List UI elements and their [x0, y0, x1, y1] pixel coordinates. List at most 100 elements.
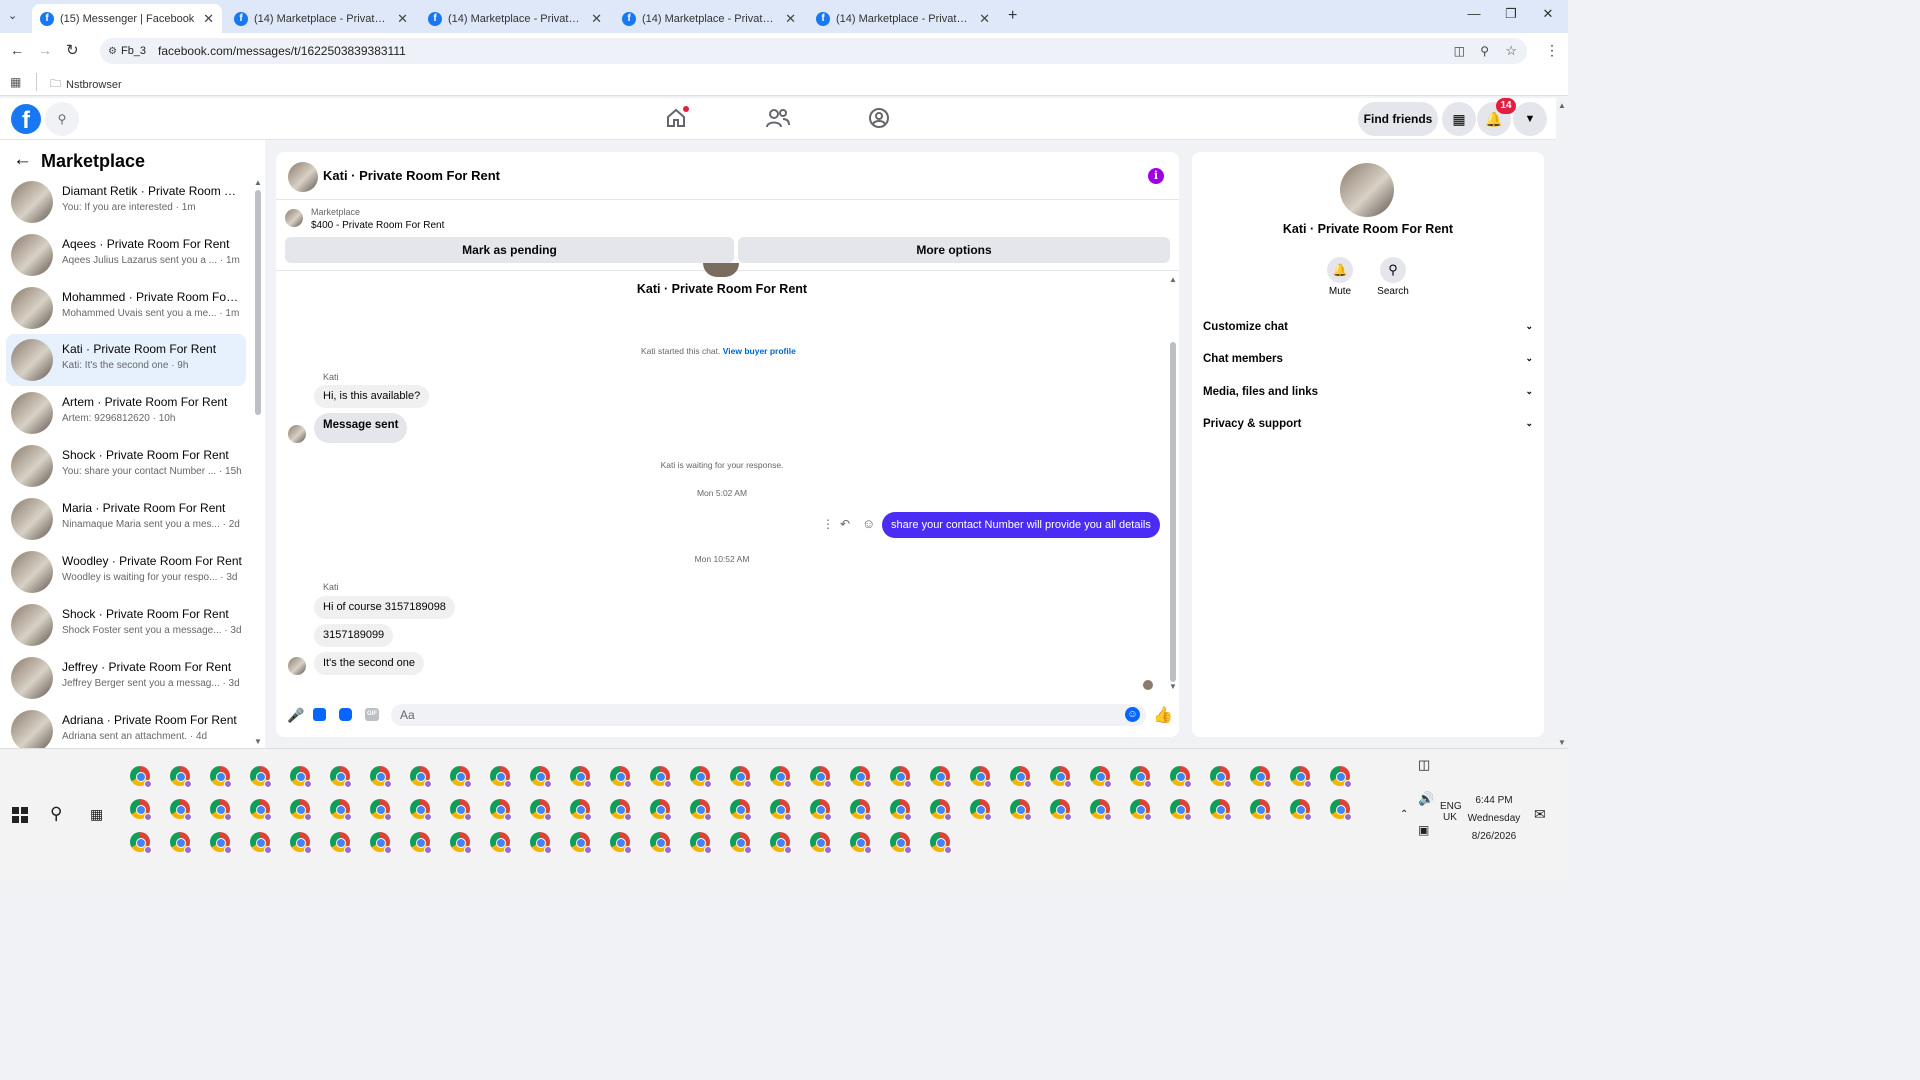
chat-header-avatar[interactable] — [288, 162, 318, 192]
taskbar-app-icon[interactable] — [930, 766, 952, 788]
taskbar-app-icon[interactable] — [1170, 766, 1192, 788]
taskbar-app-icon[interactable] — [210, 766, 232, 788]
taskbar-app-icon[interactable] — [370, 832, 392, 854]
taskbar-app-icon[interactable] — [610, 832, 632, 854]
taskbar-app-icon[interactable] — [610, 766, 632, 788]
taskbar-app-icon[interactable] — [810, 799, 832, 821]
tab-close-icon[interactable]: ✕ — [203, 11, 214, 27]
taskbar-app-icon[interactable] — [290, 799, 312, 821]
bookmark-folder[interactable]: 🗀 Nstbrowser — [50, 75, 122, 94]
taskbar-app-icon[interactable] — [690, 832, 712, 854]
taskbar-app-icon[interactable] — [1330, 766, 1352, 788]
taskbar-app-icon[interactable] — [130, 766, 152, 788]
taskbar-app-icon[interactable] — [370, 766, 392, 788]
taskbar-app-icon[interactable] — [1330, 799, 1352, 821]
taskbar-app-icon[interactable] — [730, 766, 752, 788]
meet-now-icon[interactable]: ◫ — [1418, 757, 1430, 773]
close-window-button[interactable]: ✕ — [1533, 6, 1563, 22]
sidebar-scrollbar[interactable] — [255, 190, 261, 415]
conversation-item[interactable]: Shock · Private Room For Rent Shock Fost… — [6, 599, 246, 651]
microphone-icon[interactable]: 🎤 — [287, 707, 304, 724]
taskbar-app-icon[interactable] — [530, 766, 552, 788]
taskbar-app-icon[interactable] — [650, 799, 672, 821]
taskbar-app-icon[interactable] — [890, 832, 912, 854]
chat-scrollbar[interactable] — [1170, 342, 1176, 682]
taskbar-app-icon[interactable] — [330, 832, 352, 854]
clock[interactable]: 6:44 PM Wednesday 8/26/2026 — [1464, 792, 1524, 846]
section-privacy-support[interactable]: Privacy & support ⌄ — [1203, 418, 1533, 430]
taskbar-app-icon[interactable] — [1210, 799, 1232, 821]
notification-center-icon[interactable]: ✉ — [1534, 806, 1546, 823]
scroll-up-arrow[interactable]: ▲ — [1169, 275, 1177, 284]
attach-photo-icon[interactable] — [313, 708, 326, 721]
message-input[interactable]: Aa ☺ — [391, 704, 1146, 726]
taskbar-app-icon[interactable] — [1290, 766, 1312, 788]
language-indicator[interactable]: ENG UK — [1440, 801, 1462, 823]
taskbar-app-icon[interactable] — [170, 766, 192, 788]
browser-tab[interactable]: f (14) Marketplace - Private Room ✕ — [420, 4, 610, 33]
taskbar-app-icon[interactable] — [810, 832, 832, 854]
conversation-item-selected[interactable]: Kati · Private Room For Rent Kati: It's … — [6, 334, 246, 386]
taskbar-app-icon[interactable] — [170, 832, 192, 854]
conversation-item[interactable]: Adriana · Private Room For Rent Adriana … — [6, 705, 246, 748]
taskbar-app-icon[interactable] — [410, 832, 432, 854]
taskbar-app-icon[interactable] — [530, 799, 552, 821]
menu-grid-icon[interactable]: ▦ — [1442, 102, 1476, 136]
browser-tab[interactable]: f (14) Marketplace - Private Room ✕ — [614, 4, 804, 33]
taskbar-app-icon[interactable] — [330, 766, 352, 788]
taskbar-app-icon[interactable] — [130, 799, 152, 821]
taskbar-app-icon[interactable] — [770, 766, 792, 788]
taskbar-app-icon[interactable] — [410, 799, 432, 821]
taskbar-app-icon[interactable] — [1050, 766, 1072, 788]
taskbar-app-icon[interactable] — [370, 799, 392, 821]
taskbar-app-icon[interactable] — [1250, 766, 1272, 788]
taskbar-app-icon[interactable] — [450, 832, 472, 854]
taskbar-app-icon[interactable] — [690, 766, 712, 788]
mark-as-pending-button[interactable]: Mark as pending — [285, 237, 734, 263]
taskbar-app-icon[interactable] — [250, 832, 272, 854]
thumbs-up-icon[interactable]: 👍 — [1153, 705, 1173, 725]
taskbar-app-icon[interactable] — [1170, 799, 1192, 821]
search-icon[interactable]: ⚲ — [45, 102, 79, 136]
contact-avatar[interactable] — [1340, 163, 1394, 217]
message-bubble[interactable]: 3157189099 — [314, 624, 394, 647]
minimize-button[interactable]: — — [1459, 6, 1489, 21]
taskbar-app-icon[interactable] — [490, 799, 512, 821]
taskbar-app-icon[interactable] — [330, 799, 352, 821]
scroll-up-arrow[interactable]: ▲ — [254, 178, 262, 187]
friends-icon[interactable] — [766, 107, 790, 129]
tab-close-icon[interactable]: ✕ — [397, 11, 408, 27]
profile-chip[interactable]: Fb_3 — [121, 45, 146, 57]
reload-button[interactable]: ↻ — [66, 41, 79, 59]
taskbar-app-icon[interactable] — [1090, 799, 1112, 821]
taskbar-app-icon[interactable] — [690, 799, 712, 821]
my-message-bubble[interactable]: share your contact Number will provide y… — [882, 512, 1160, 538]
info-icon[interactable]: i — [1148, 168, 1164, 184]
section-customize-chat[interactable]: Customize chat ⌄ — [1203, 321, 1533, 333]
emoji-icon[interactable]: ☺ — [1125, 707, 1140, 722]
page-scroll-down-arrow[interactable]: ▼ — [1558, 738, 1566, 747]
taskbar-app-icon[interactable] — [1010, 799, 1032, 821]
sender-avatar[interactable] — [288, 425, 306, 443]
section-media-files-links[interactable]: Media, files and links ⌄ — [1203, 386, 1533, 398]
volume-icon[interactable]: 🔊 — [1418, 791, 1434, 807]
taskbar-app-icon[interactable] — [210, 832, 232, 854]
browser-tab[interactable]: f (14) Marketplace - Private Room ✕ — [226, 4, 416, 33]
browser-menu-icon[interactable]: ⋮ — [1545, 42, 1559, 59]
more-actions-icon[interactable]: ⋮ — [822, 517, 834, 531]
find-friends-button[interactable]: Find friends — [1358, 102, 1438, 136]
conversation-item[interactable]: Mohammed · Private Room For Rent Mohamme… — [6, 282, 246, 334]
section-chat-members[interactable]: Chat members ⌄ — [1203, 353, 1533, 365]
site-settings-icon[interactable]: ⚙ — [108, 46, 117, 57]
taskbar-app-icon[interactable] — [930, 799, 952, 821]
taskbar-app-icon[interactable] — [770, 799, 792, 821]
scroll-down-arrow[interactable]: ▼ — [1169, 682, 1177, 691]
facebook-logo[interactable]: f — [11, 104, 41, 134]
taskbar-app-icon[interactable] — [410, 766, 432, 788]
show-hidden-icons-chevron[interactable]: ⌃ — [1400, 809, 1408, 820]
taskbar-app-icon[interactable] — [890, 799, 912, 821]
taskbar-app-icon[interactable] — [170, 799, 192, 821]
tab-search-icon[interactable]: ⌄ — [8, 9, 17, 22]
back-button[interactable]: ← — [10, 42, 24, 58]
taskbar-app-icon[interactable] — [1250, 799, 1272, 821]
